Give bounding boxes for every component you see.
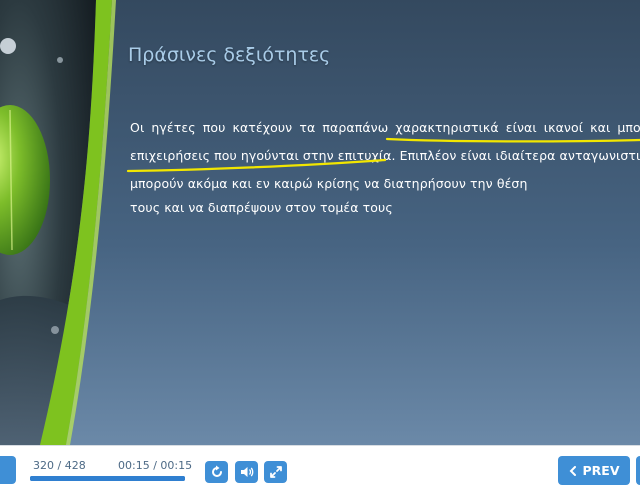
prev-button[interactable]: PREV [558,456,630,485]
slide-canvas: Πράσινες δεξιότητες Οι ηγέτες που κατέχο… [0,0,640,445]
progress-bar[interactable] [30,476,185,481]
paragraph-line-1: Οι ηγέτες που κατέχουν τα παραπάνω χαρακ… [130,120,640,135]
volume-icon [240,467,253,477]
paragraph-line-3: μπορούν ακόμα και εν καιρώ κρίσης να δια… [130,176,528,191]
line-1-underlined-text: χαρακτηριστικά είναι ικανοί και μπορο [395,120,640,135]
chevron-left-icon [569,465,576,476]
progress-fill [30,476,185,481]
fullscreen-button[interactable] [264,461,287,483]
fullscreen-icon [269,466,282,478]
volume-button[interactable] [235,461,258,483]
slide-title: Πράσινες δεξιότητες [128,44,331,66]
sidebar-toggle-button[interactable] [0,456,16,484]
player-control-bar: 320 / 428 00:15 / 00:15 PREV [0,445,640,491]
paragraph-line-2: επιχειρήσεις που ηγούνται στην επιτυχία.… [130,148,640,163]
line-1-text: Οι ηγέτες που κατέχουν τα παραπάνω [130,120,396,135]
line-2-underlined-text: επιχειρήσεις που ηγούνται στην επιτυχία [130,148,392,163]
line-2-text: . Επιπλέον είναι ιδιαίτερα ανταγωνιστικ [391,148,640,163]
replay-icon [211,465,222,477]
paragraph-line-4: τους και να διαπρέψουν στον τομέα τους [130,200,393,215]
replay-button[interactable] [205,461,228,483]
next-button[interactable] [636,456,640,485]
slide-counter: 320 / 428 [33,459,86,472]
playback-timer: 00:15 / 00:15 [118,459,193,472]
prev-button-label: PREV [582,463,620,478]
slide-background [0,0,640,445]
